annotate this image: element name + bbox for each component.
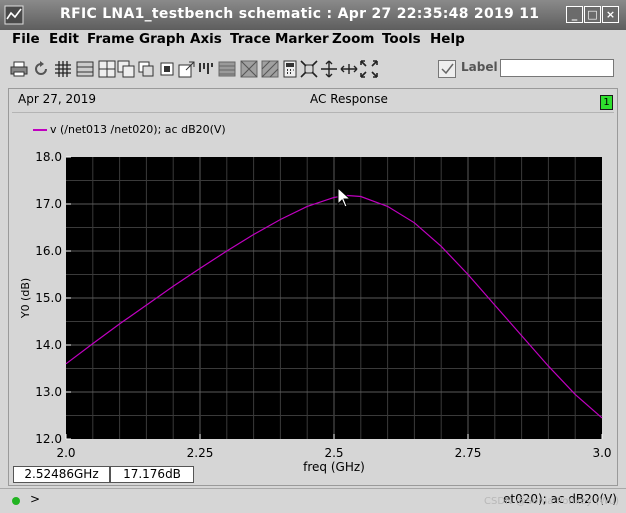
y-tick-label: 15.0	[35, 291, 62, 305]
y-tick-label: 16.0	[35, 244, 62, 258]
y-tick-label: 14.0	[35, 338, 62, 352]
y-tick-label: 12.0	[35, 432, 62, 446]
x-tick-label: 2.5	[324, 446, 343, 460]
y-axis-label: Y0 (dB)	[19, 278, 32, 319]
chart-area[interactable]: 2.0 2.25 2.5 2.75 3.0 18.0 17.0 16.0 15.0 14.0 13.…	[0, 0, 626, 513]
x-axis-label: freq (GHz)	[303, 460, 365, 474]
watermark: CSDN @Sonia Ponkey (Wu)	[484, 496, 620, 507]
marker-y-readout: 17.176dB	[110, 466, 194, 483]
x-tick-label: 3.0	[592, 446, 611, 460]
marker-x-readout: 2.52486GHz	[13, 466, 110, 483]
status-indicator	[12, 497, 20, 505]
y-tick-label: 13.0	[35, 385, 62, 399]
x-tick-label: 2.25	[187, 446, 214, 460]
y-tick-label: 17.0	[35, 197, 62, 211]
x-tick-label: 2.0	[56, 446, 75, 460]
command-prompt[interactable]: >	[30, 492, 40, 506]
x-tick-label: 2.75	[455, 446, 482, 460]
y-tick-label: 18.0	[35, 150, 62, 164]
